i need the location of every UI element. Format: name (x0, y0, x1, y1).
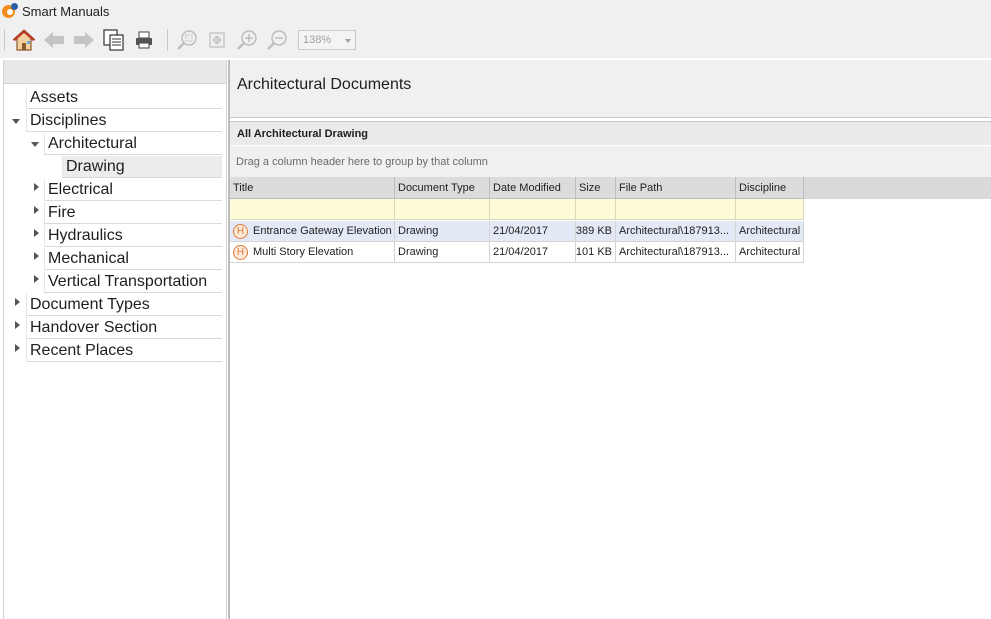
cell-file-path: Architectural\187913... (616, 242, 736, 263)
print-icon (136, 31, 152, 49)
filter-cell-size[interactable] (576, 199, 616, 220)
tree-item-fire[interactable]: Fire (44, 202, 222, 224)
collapse-arrow-icon[interactable] (34, 252, 39, 260)
column-header-document-type[interactable]: Document Type (395, 177, 490, 199)
filter-cell-discipline[interactable] (736, 199, 804, 220)
forward-arrow-icon (74, 32, 94, 48)
cell-title: H Entrance Gateway Elevation (230, 221, 395, 242)
cell-title-text: Entrance Gateway Elevation (253, 225, 392, 237)
grid-caption: All Architectural Drawing (230, 121, 991, 145)
handover-document-icon: H (233, 244, 248, 260)
expand-arrow-icon[interactable] (12, 119, 20, 124)
grid-header: Title Document Type Date Modified Size F… (230, 177, 991, 199)
cell-date-modified: 21/04/2017 (490, 242, 576, 263)
collapse-arrow-icon[interactable] (34, 183, 39, 191)
fit-page-icon (209, 32, 225, 48)
home-button[interactable] (11, 27, 37, 53)
navigation-tree-panel: Assets Disciplines Architectural Drawing… (3, 60, 227, 619)
cell-document-type: Drawing (395, 242, 490, 263)
column-header-discipline[interactable]: Discipline (736, 177, 804, 199)
zoom-in-button[interactable] (234, 27, 260, 53)
column-header-title[interactable]: Title (230, 177, 395, 199)
zoom-level-combo[interactable]: 138% (298, 30, 356, 50)
copy-document-icon (103, 29, 124, 51)
filter-cell-file-path[interactable] (616, 199, 736, 220)
tree-item-assets[interactable]: Assets (26, 87, 222, 109)
back-button[interactable] (41, 27, 67, 53)
filter-cell-document-type[interactable] (395, 199, 490, 220)
toolbar: 138% (0, 22, 991, 58)
collapse-arrow-icon[interactable] (34, 229, 39, 237)
toolbar-separator (167, 29, 168, 51)
cell-size: 389 KB (576, 221, 616, 242)
filter-cell-title[interactable] (230, 199, 395, 220)
window-title: Smart Manuals (22, 3, 110, 19)
title-bar: Smart Manuals (0, 0, 991, 22)
zoom-level-value: 138% (303, 34, 332, 46)
collapse-arrow-icon[interactable] (34, 275, 39, 283)
tree-item-recent-places[interactable]: Recent Places (26, 340, 222, 362)
page-header: Architectural Documents (230, 60, 991, 118)
forward-button[interactable] (71, 27, 97, 53)
tree-item-vertical-transportation[interactable]: Vertical Transportation (44, 271, 222, 293)
tree-item-architectural[interactable]: Architectural (44, 133, 222, 155)
expand-arrow-icon[interactable] (31, 142, 39, 147)
fit-page-button[interactable] (204, 27, 230, 53)
filter-cell-date-modified[interactable] (490, 199, 576, 220)
cell-file-path: Architectural\187913... (616, 221, 736, 242)
zoom-out-icon (267, 30, 287, 50)
cell-discipline: Architectural (736, 242, 804, 263)
app-logo-icon (2, 3, 18, 19)
group-by-panel[interactable]: Drag a column header here to group by th… (230, 146, 991, 177)
zoom-region-button[interactable] (174, 27, 200, 53)
toolbar-separator (4, 29, 5, 51)
column-header-date-modified[interactable]: Date Modified (490, 177, 576, 199)
collapse-arrow-icon[interactable] (15, 321, 20, 329)
tree-item-document-types[interactable]: Document Types (26, 294, 222, 316)
zoom-out-button[interactable] (264, 27, 290, 53)
tree-item-hydraulics[interactable]: Hydraulics (44, 225, 222, 247)
cell-size: 101 KB (576, 242, 616, 263)
copy-document-button[interactable] (101, 27, 127, 53)
cell-title: H Multi Story Elevation (230, 242, 395, 263)
tree-item-drawing[interactable]: Drawing (62, 156, 222, 178)
column-header-size[interactable]: Size (576, 177, 616, 199)
cell-discipline: Architectural (736, 221, 804, 242)
chevron-down-icon (345, 39, 351, 43)
zoom-region-icon (177, 30, 197, 50)
home-icon (12, 29, 36, 51)
tree-item-disciplines[interactable]: Disciplines (26, 110, 222, 132)
documents-panel: Architectural Documents All Architectura… (230, 60, 991, 619)
tree-item-handover-section[interactable]: Handover Section (26, 317, 222, 339)
cell-date-modified: 21/04/2017 (490, 221, 576, 242)
print-button[interactable] (131, 27, 157, 53)
cell-title-text: Multi Story Elevation (253, 246, 354, 258)
tree-item-electrical[interactable]: Electrical (44, 179, 222, 201)
collapse-arrow-icon[interactable] (15, 344, 20, 352)
back-arrow-icon (44, 32, 64, 48)
zoom-in-icon (237, 30, 257, 50)
cell-document-type: Drawing (395, 221, 490, 242)
tree-panel-header (4, 60, 226, 84)
collapse-arrow-icon[interactable] (34, 206, 39, 214)
page-title: Architectural Documents (237, 76, 412, 93)
column-header-file-path[interactable]: File Path (616, 177, 736, 199)
tree-item-mechanical[interactable]: Mechanical (44, 248, 222, 270)
collapse-arrow-icon[interactable] (15, 298, 20, 306)
handover-document-icon: H (233, 223, 248, 239)
